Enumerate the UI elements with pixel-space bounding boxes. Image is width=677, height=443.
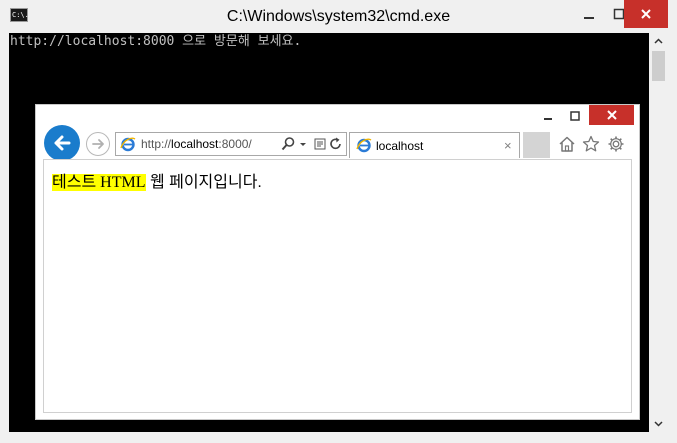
ie-minimize-button[interactable]	[533, 105, 563, 127]
address-bar[interactable]: http://localhost:8000/	[115, 132, 347, 156]
cmd-scrollbar[interactable]	[649, 33, 668, 432]
address-url: http://localhost:8000/	[141, 137, 252, 151]
chevron-down-icon	[654, 421, 663, 427]
favorites-star-icon[interactable]	[582, 135, 600, 158]
console-output-line: http://localhost:8000 으로 방문해 보세요.	[10, 34, 302, 49]
scroll-down-button[interactable]	[649, 416, 668, 432]
maximize-icon	[570, 111, 580, 121]
compatibility-view-icon[interactable]	[314, 136, 327, 157]
new-tab-button[interactable]	[523, 132, 550, 158]
tab-title: localhost	[376, 139, 424, 153]
browser-tab[interactable]: localhost ×	[349, 132, 520, 158]
minimize-icon	[584, 17, 594, 19]
highlighted-text: 테스트 HTML	[52, 174, 146, 191]
dropdown-arrow-icon[interactable]	[299, 136, 307, 157]
search-icon[interactable]	[281, 136, 295, 157]
arrow-right-icon	[92, 139, 104, 149]
scroll-up-button[interactable]	[649, 33, 668, 49]
refresh-icon[interactable]	[329, 136, 343, 157]
close-icon	[641, 9, 651, 19]
cmd-titlebar[interactable]: C:\. C:\Windows\system32\cmd.exe	[0, 0, 677, 33]
close-icon	[606, 110, 617, 120]
ie-maximize-button[interactable]	[561, 105, 589, 127]
home-icon[interactable]	[558, 135, 576, 158]
scroll-thumb[interactable]	[652, 51, 665, 81]
chevron-up-icon	[654, 38, 663, 44]
gear-icon[interactable]	[607, 135, 625, 158]
ie-window: http://localhost:8000/ localhost × 테스트 H…	[35, 104, 640, 420]
ie-logo-icon	[120, 136, 136, 157]
arrow-left-icon	[54, 135, 71, 151]
minimize-icon	[544, 118, 552, 120]
back-button[interactable]	[44, 125, 80, 161]
cmd-close-button[interactable]	[624, 0, 668, 28]
ie-close-button[interactable]	[589, 105, 634, 125]
forward-button[interactable]	[86, 132, 110, 156]
tab-close-icon[interactable]: ×	[504, 138, 512, 153]
page-content-area[interactable]: 테스트 HTML 웹 페이지입니다.	[43, 159, 632, 413]
ie-logo-icon	[356, 137, 372, 158]
page-body-text: 테스트 HTML 웹 페이지입니다.	[52, 168, 262, 192]
cmd-bottom-border	[0, 432, 677, 443]
body-text: 웹 페이지입니다.	[145, 174, 262, 191]
